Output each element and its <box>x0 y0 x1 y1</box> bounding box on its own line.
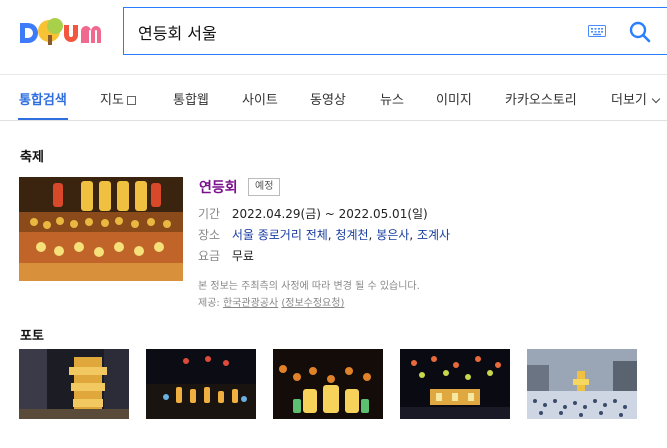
place-label: 장소 <box>198 228 221 242</box>
tab-integrated-search[interactable]: 통합검색 <box>19 89 67 108</box>
map-box-icon <box>126 96 136 105</box>
place-separator: , <box>409 228 417 242</box>
festival-name-link[interactable]: 연등회 <box>199 177 238 197</box>
photo-thumbnail[interactable] <box>400 349 510 419</box>
active-tab-indicator <box>18 118 68 120</box>
tab-video[interactable]: 동영상 <box>310 89 346 108</box>
fee-value: 무료 <box>231 249 254 263</box>
info-notice: 본 정보는 주최측의 사정에 따라 변경 될 수 있습니다. <box>198 281 420 292</box>
festival-period-row: 기간 2022.04.29(금) ~ 2022.05.01(일) <box>198 205 428 222</box>
festival-section-title: 축제 <box>20 150 44 165</box>
tab-site[interactable]: 사이트 <box>242 89 278 108</box>
tab-web[interactable]: 통합웹 <box>173 89 209 108</box>
daum-logo[interactable] <box>18 9 106 49</box>
source-label: 제공: <box>198 298 220 309</box>
source-link[interactable]: 한국관광공사 <box>223 298 278 309</box>
edit-request-link[interactable]: (정보수정요청) <box>281 298 344 309</box>
tab-kakaostory[interactable]: 카카오스토리 <box>505 89 577 108</box>
tab-more[interactable]: 더보기 <box>611 89 661 108</box>
chevron-down-icon <box>651 94 661 104</box>
festival-thumbnail[interactable] <box>19 177 183 281</box>
status-badge: 예정 <box>248 178 281 196</box>
tab-map-label: 지도 <box>100 93 124 108</box>
place-link-3[interactable]: 봉은사 <box>376 228 409 242</box>
period-label: 기간 <box>198 207 221 221</box>
tab-map[interactable]: 지도 <box>100 89 136 108</box>
festival-fee-row: 요금 무료 <box>198 247 254 264</box>
photo-thumbnail[interactable] <box>146 349 256 419</box>
search-icon[interactable] <box>627 19 653 45</box>
keyboard-icon[interactable] <box>588 25 606 37</box>
period-value: 2022.04.29(금) ~ 2022.05.01(일) <box>231 207 428 221</box>
tab-news[interactable]: 뉴스 <box>380 89 404 108</box>
fee-label: 요금 <box>198 249 221 263</box>
festival-place-row: 장소 서울 종로거리 전체, 청계천, 봉은사, 조계사 <box>198 226 450 243</box>
search-box <box>123 7 667 55</box>
place-link-4[interactable]: 조계사 <box>417 228 450 242</box>
place-link-1[interactable]: 서울 종로거리 전체 <box>232 228 328 242</box>
photo-thumbnail[interactable] <box>19 349 129 419</box>
source-line: 제공: 한국관광공사 (정보수정요청) <box>198 294 344 309</box>
tab-more-label: 더보기 <box>611 93 647 108</box>
place-link-2[interactable]: 청계천 <box>335 228 368 242</box>
header <box>0 0 667 74</box>
photo-thumbnail[interactable] <box>527 349 637 419</box>
search-input[interactable] <box>138 20 558 44</box>
tab-image[interactable]: 이미지 <box>436 89 472 108</box>
photo-thumbnail[interactable] <box>273 349 383 419</box>
search-tabs: 통합검색 지도 통합웹 사이트 동영상 뉴스 이미지 카카오스토리 더보기 <box>0 74 667 121</box>
photo-section-title: 포토 <box>20 329 44 344</box>
